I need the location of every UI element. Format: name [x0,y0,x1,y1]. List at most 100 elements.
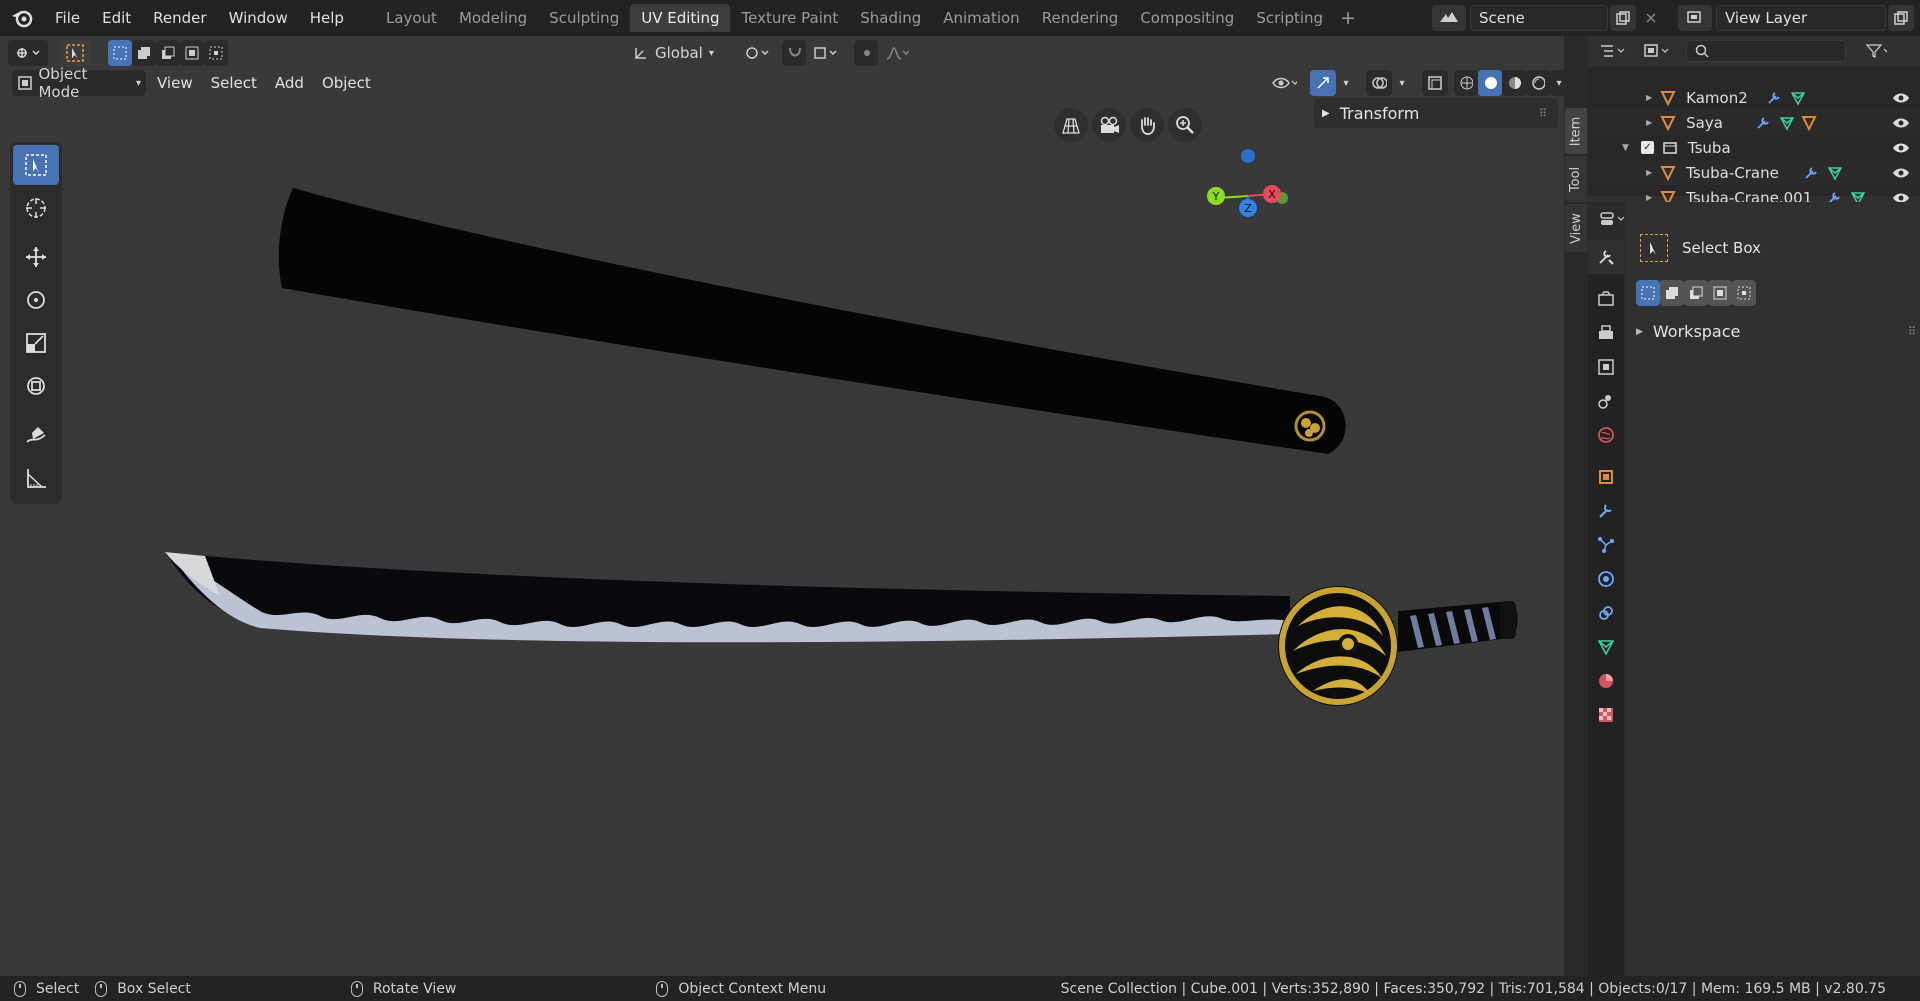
scene-icon[interactable] [1432,5,1466,31]
transform-tool-icon[interactable] [13,366,59,406]
particles-tab-icon[interactable] [1588,528,1624,562]
expand-arrow-icon[interactable]: ▶ [1646,93,1652,102]
outliner-editor-type-icon[interactable] [1594,38,1630,64]
shading-wireframe-icon[interactable] [1454,70,1478,96]
object-tab-icon[interactable] [1588,460,1624,494]
mode-invert-icon[interactable] [180,40,204,66]
add-workspace-button[interactable]: + [1334,7,1362,29]
snap-toggle-icon[interactable] [782,40,806,66]
object-data-tab-icon[interactable] [1588,630,1624,664]
mode-set-icon[interactable] [108,40,132,66]
outliner-row-tsuba-crane[interactable]: ▶ Tsuba-Crane [1588,160,1920,185]
view-layer-tab-icon[interactable] [1588,350,1624,384]
expand-arrow-icon[interactable]: ▶ [1646,118,1652,127]
overlays-icon[interactable] [1366,70,1392,96]
tab-modeling[interactable]: Modeling [448,4,538,32]
mesh-data-icon[interactable] [1790,90,1806,106]
scene-name-field[interactable]: Scene [1470,5,1608,31]
view-layer-icon[interactable] [1678,5,1712,31]
menu-object[interactable]: Object [313,70,380,96]
new-scene-icon[interactable] [1610,5,1636,31]
measure-tool-icon[interactable] [13,458,59,498]
xray-toggle-icon[interactable] [1422,70,1448,96]
visibility-eye-icon[interactable] [1892,141,1910,155]
tab-shading[interactable]: Shading [849,4,932,32]
visibility-eye-icon[interactable] [1892,91,1910,105]
3d-viewport[interactable]: Global ▾ Object Mode ▾ View Select Add O… [0,36,1568,976]
render-properties-tab-icon[interactable] [1588,282,1624,316]
visibility-eye-icon[interactable] [1892,166,1910,180]
tab-view[interactable]: View [1565,204,1587,252]
physics-tab-icon[interactable] [1588,562,1624,596]
select-box-tool-icon[interactable] [13,145,59,185]
delete-scene-icon[interactable] [1638,5,1664,31]
menu-add[interactable]: Add [266,70,313,96]
falloff-icon[interactable] [880,40,914,66]
mode-intersect-icon[interactable] [1732,280,1756,306]
shading-rendered-icon[interactable] [1526,70,1550,96]
menu-window[interactable]: Window [218,0,299,36]
annotate-tool-icon[interactable] [13,415,59,455]
pivot-point-icon[interactable] [738,40,776,66]
mode-subtract-icon[interactable] [156,40,180,66]
scale-tool-icon[interactable] [13,323,59,363]
filter-icon[interactable] [1860,38,1892,64]
menu-help[interactable]: Help [299,0,355,36]
pan-hand-icon[interactable] [1130,108,1164,142]
mode-intersect-icon[interactable] [204,40,228,66]
outliner-row-kamon2[interactable]: ▶ Kamon2 [1588,85,1920,110]
tab-item[interactable]: Item [1565,108,1587,154]
menu-view[interactable]: View [148,70,202,96]
shading-material-icon[interactable] [1502,70,1526,96]
mode-extend-icon[interactable] [132,40,156,66]
active-tool-select-icon[interactable] [60,40,90,66]
tab-rendering[interactable]: Rendering [1031,4,1130,32]
transform-panel-header[interactable]: ▶ Transform ⠿ [1314,98,1558,128]
outliner-row-saya[interactable]: ▶ Saya [1588,110,1920,135]
workspace-panel-header[interactable]: ▶ Workspace ⠿ [1636,322,1916,341]
outliner-search-input[interactable] [1686,40,1846,62]
scene-tab-icon[interactable] [1588,384,1624,418]
menu-render[interactable]: Render [142,0,217,36]
snap-target-icon[interactable] [808,40,842,66]
menu-select[interactable]: Select [202,70,266,96]
material-icon[interactable] [1801,115,1817,131]
tab-tool[interactable]: Tool [1565,156,1587,202]
tab-sculpting[interactable]: Sculpting [538,4,630,32]
select-box-icon[interactable] [1640,234,1668,262]
tab-compositing[interactable]: Compositing [1129,4,1245,32]
shading-solid-icon[interactable] [1478,70,1502,96]
tab-scripting[interactable]: Scripting [1245,4,1334,32]
editor-type-icon[interactable] [8,40,48,66]
drag-handle-icon[interactable]: ⠿ [1908,325,1916,338]
material-tab-icon[interactable] [1588,664,1624,698]
texture-tab-icon[interactable] [1588,698,1624,732]
rotate-tool-icon[interactable] [13,280,59,320]
zoom-icon[interactable] [1168,108,1202,142]
chevron-down-icon[interactable]: ▾ [1394,70,1410,96]
gizmo-toggle-icon[interactable] [1310,70,1336,96]
modifier-wrench-icon[interactable] [1755,115,1771,131]
drag-handle-icon[interactable]: ⠿ [1539,107,1548,120]
mode-invert-icon[interactable] [1708,280,1732,306]
collection-checkbox[interactable]: ✓ [1640,141,1654,154]
tab-texture-paint[interactable]: Texture Paint [730,4,849,32]
camera-view-icon[interactable] [1092,108,1126,142]
view-layer-name-field[interactable]: View Layer [1716,5,1886,31]
world-tab-icon[interactable] [1588,418,1624,452]
mode-subtract-icon[interactable] [1684,280,1708,306]
mode-set-icon[interactable] [1636,280,1660,306]
tab-animation[interactable]: Animation [932,4,1030,32]
gizmo-z-negative[interactable] [1241,149,1255,163]
modifier-wrench-icon[interactable] [1766,90,1782,106]
menu-edit[interactable]: Edit [91,0,142,36]
object-mode-dropdown[interactable]: Object Mode ▾ [12,65,146,101]
properties-editor-type-icon[interactable] [1594,206,1630,232]
tab-uv-editing[interactable]: UV Editing [630,4,731,32]
mesh-data-icon[interactable] [1827,165,1843,181]
collapse-arrow-icon[interactable]: ▼ [1622,143,1629,153]
move-tool-icon[interactable] [13,237,59,277]
new-view-layer-icon[interactable] [1888,5,1914,31]
constraints-tab-icon[interactable] [1588,596,1624,630]
toggle-grid-view-icon[interactable] [1054,108,1088,142]
